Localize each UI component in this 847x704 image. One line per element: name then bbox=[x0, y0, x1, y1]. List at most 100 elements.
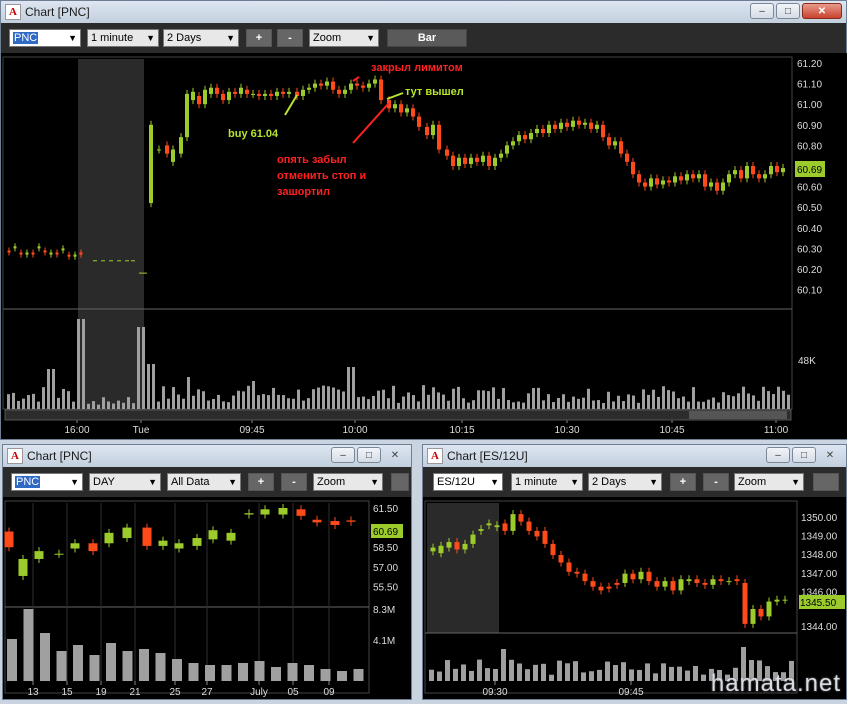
bar-style-button[interactable]: Bar bbox=[387, 29, 467, 47]
range-select[interactable]: 2 Days ▼ bbox=[163, 29, 239, 47]
style-button[interactable] bbox=[391, 473, 409, 491]
volume-bar bbox=[217, 394, 220, 409]
candle-body bbox=[79, 252, 83, 255]
candle-body bbox=[179, 137, 183, 154]
candle-body bbox=[25, 252, 29, 255]
volume-bar bbox=[469, 670, 474, 681]
volume-bar bbox=[622, 401, 625, 409]
close-button[interactable]: ✕ bbox=[383, 447, 407, 463]
interval-select[interactable]: DAY ▼ bbox=[89, 473, 161, 491]
zoom-select[interactable]: Zoom ▼ bbox=[734, 473, 804, 491]
es-chart[interactable]: 1350.00 1349.00 1348.00 1347.00 1346.00 1344.… bbox=[423, 497, 846, 699]
interval-select[interactable]: 1 minute ▼ bbox=[511, 473, 583, 491]
candle-body bbox=[263, 93, 267, 96]
candle-body bbox=[215, 87, 219, 94]
volume-bar bbox=[322, 385, 325, 409]
main-toolbar: PNC ▼ 1 minute ▼ 2 Days ▼ + - Zoom ▼ Bar bbox=[1, 23, 846, 53]
volume-bar bbox=[422, 385, 425, 409]
interval-select[interactable]: 1 minute ▼ bbox=[87, 29, 159, 47]
range-select[interactable]: 2 Days ▼ bbox=[588, 473, 662, 491]
volume-bar bbox=[372, 395, 375, 409]
volume-bar bbox=[707, 399, 710, 409]
minimize-button[interactable]: – bbox=[766, 447, 790, 463]
candle-body bbox=[553, 124, 557, 129]
volume-bar bbox=[621, 662, 626, 681]
volume-bar bbox=[137, 327, 140, 409]
candle-body bbox=[373, 79, 377, 84]
style-button[interactable] bbox=[813, 473, 839, 491]
zoom-in-button[interactable]: + bbox=[246, 29, 272, 47]
volume-bar bbox=[407, 392, 410, 409]
daily-chart[interactable]: 61.5060.0058.5057.0055.50 131519212527Ju… bbox=[3, 497, 411, 699]
candle-body bbox=[763, 174, 767, 179]
time-axis-label: 09 bbox=[323, 687, 335, 698]
minimize-button[interactable]: – bbox=[331, 447, 355, 463]
zoom-in-button[interactable]: + bbox=[248, 473, 274, 491]
volume-scale-label-mid: 4.1M bbox=[373, 636, 395, 647]
maximize-button[interactable]: □ bbox=[792, 447, 816, 463]
candle-body bbox=[411, 108, 415, 117]
candle-body bbox=[312, 519, 322, 523]
candle-body bbox=[638, 571, 644, 580]
candle-body bbox=[278, 508, 288, 515]
candle-body bbox=[142, 527, 152, 546]
maximize-button[interactable]: □ bbox=[776, 3, 800, 19]
scrollbar-thumb[interactable] bbox=[689, 411, 787, 419]
price-axis-label: 58.50 bbox=[373, 543, 398, 554]
main-chart[interactable]: 61.2061.1061.0060.9060.8060.7060.6060.50… bbox=[1, 53, 847, 439]
app-logo-icon: A bbox=[427, 448, 443, 464]
maximize-button[interactable]: □ bbox=[357, 447, 381, 463]
volume-bar bbox=[541, 663, 546, 681]
chevron-down-icon: ▼ bbox=[146, 33, 155, 43]
volume-bar bbox=[106, 643, 116, 681]
candle-body bbox=[769, 166, 773, 175]
candle-body bbox=[417, 116, 421, 127]
time-axis-label: 09:30 bbox=[482, 687, 507, 698]
close-button[interactable]: ✕ bbox=[818, 447, 842, 463]
volume-bar bbox=[587, 388, 590, 409]
candle-body bbox=[582, 573, 588, 582]
volume-bar bbox=[429, 669, 434, 681]
volume-bar bbox=[57, 397, 60, 409]
volume-bar bbox=[23, 609, 34, 681]
candle-body bbox=[558, 555, 564, 563]
zoom-out-button[interactable]: - bbox=[281, 473, 307, 491]
candle-body bbox=[534, 530, 540, 537]
candle-body bbox=[379, 79, 383, 101]
candle-body bbox=[750, 609, 756, 624]
candle-body bbox=[781, 168, 785, 173]
es-title-bar[interactable]: A Chart [ES/12U] – □ ✕ bbox=[423, 445, 846, 467]
symbol-select[interactable]: ES/12U ▼ bbox=[433, 473, 503, 491]
candle-body bbox=[691, 174, 695, 179]
minimize-button[interactable]: – bbox=[750, 3, 774, 19]
candle-body bbox=[361, 85, 365, 88]
volume-bar bbox=[677, 398, 680, 409]
volume-bar bbox=[537, 387, 540, 409]
main-title-bar[interactable]: A Chart [PNC] – □ ✕ bbox=[1, 1, 846, 23]
candle-body bbox=[614, 582, 620, 585]
window-title: Chart [ES/12U] bbox=[447, 449, 528, 463]
volume-bar bbox=[472, 400, 475, 409]
symbol-select[interactable]: PNC ▼ bbox=[11, 473, 83, 491]
range-select[interactable]: All Data ▼ bbox=[167, 473, 241, 491]
volume-bar bbox=[307, 398, 310, 409]
candle-body bbox=[697, 174, 701, 179]
horizontal-scrollbar[interactable] bbox=[4, 409, 792, 421]
daily-title-bar[interactable]: A Chart [PNC] – □ ✕ bbox=[3, 445, 411, 467]
volume-bar bbox=[172, 387, 175, 409]
candle-body bbox=[566, 562, 572, 572]
arrow-buy bbox=[284, 94, 298, 116]
zoom-out-button[interactable]: - bbox=[703, 473, 729, 491]
zoom-in-button[interactable]: + bbox=[670, 473, 696, 491]
session-gap-shade bbox=[78, 59, 144, 409]
zoom-out-button[interactable]: - bbox=[277, 29, 303, 47]
volume-bar bbox=[447, 400, 450, 409]
price-axis-label: 57.00 bbox=[373, 563, 398, 574]
price-axis-label: 60.50 bbox=[797, 203, 822, 214]
candle-body bbox=[37, 246, 41, 249]
zoom-select[interactable]: Zoom ▼ bbox=[313, 473, 383, 491]
close-button[interactable]: ✕ bbox=[802, 3, 842, 19]
zoom-select[interactable]: Zoom ▼ bbox=[309, 29, 379, 47]
price-axis-label: 55.50 bbox=[373, 582, 398, 593]
symbol-select[interactable]: PNC ▼ bbox=[9, 29, 81, 47]
